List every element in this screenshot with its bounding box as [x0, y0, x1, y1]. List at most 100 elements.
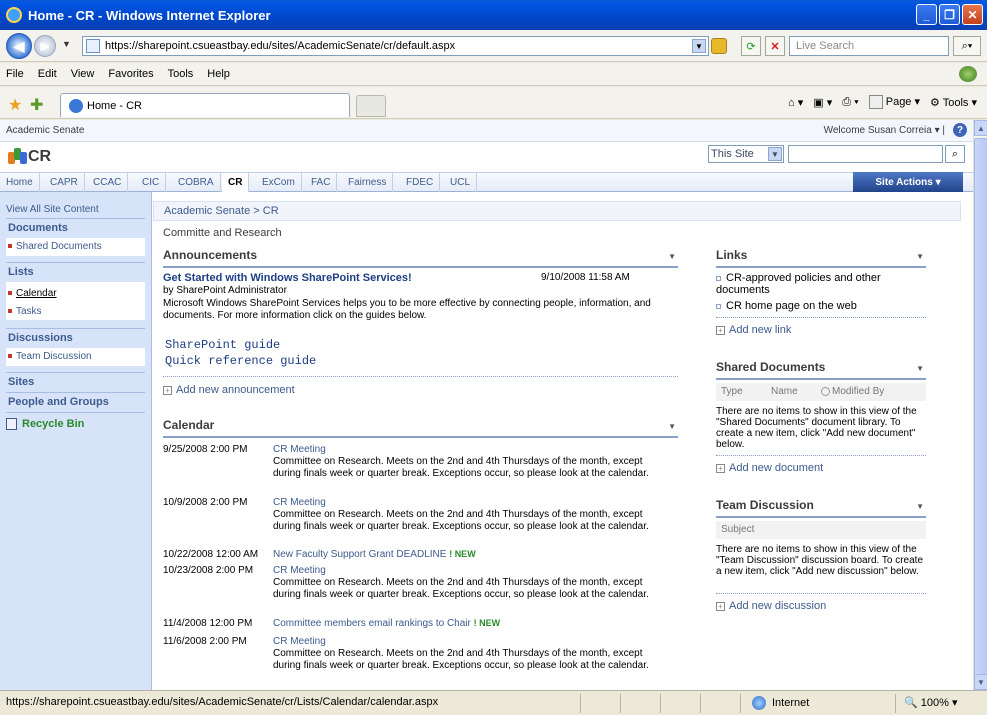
- site-search-input[interactable]: [788, 145, 943, 163]
- calendar-event-link[interactable]: Committee members email rankings to Chai…: [273, 618, 500, 629]
- refresh-button[interactable]: ⟳: [741, 36, 761, 56]
- calendar-event-link[interactable]: CR Meeting: [273, 636, 326, 647]
- links-header[interactable]: Links ▼: [716, 248, 926, 268]
- back-button[interactable]: ◀: [6, 33, 32, 59]
- zoom-level[interactable]: 🔍 100% ▾: [904, 696, 957, 709]
- announcement-body: Microsoft Windows SharePoint Services he…: [163, 298, 651, 321]
- col-name[interactable]: Name: [771, 386, 798, 397]
- nav-tab-ucl[interactable]: UCL: [444, 173, 478, 192]
- calendar-header[interactable]: Calendar ▼: [163, 418, 678, 438]
- page-menu[interactable]: Page ▾: [868, 95, 920, 110]
- scroll-down-button[interactable]: ▼: [974, 674, 987, 690]
- add-favorite-icon[interactable]: ✚: [30, 95, 43, 115]
- calendar-link[interactable]: Calendar: [8, 285, 145, 303]
- nav-tab-fairness[interactable]: Fairness: [342, 173, 394, 192]
- sharepoint-guide-link[interactable]: SharePoint guide: [165, 338, 280, 352]
- announcements-header[interactable]: Announcements ▼: [163, 248, 678, 268]
- search-scope-select[interactable]: This Site ▼: [708, 145, 784, 163]
- recycle-bin-link[interactable]: Recycle Bin: [6, 418, 145, 431]
- sites-heading[interactable]: Sites: [6, 376, 145, 388]
- windows-flag-icon[interactable]: [959, 66, 977, 82]
- col-subject[interactable]: Subject: [721, 524, 754, 535]
- site-title[interactable]: CR: [28, 148, 51, 166]
- url-dropdown-icon[interactable]: ▼: [692, 39, 706, 53]
- nav-tab-fdec[interactable]: FDEC: [400, 173, 441, 192]
- menu-help[interactable]: Help: [207, 68, 230, 80]
- shared-documents-link[interactable]: Shared Documents: [6, 238, 145, 256]
- site-actions-button[interactable]: Site Actions ▾: [853, 172, 963, 192]
- shared-docs-empty: There are no items to show in this view …: [716, 406, 917, 450]
- parent-site-link[interactable]: Academic Senate: [6, 125, 84, 136]
- close-button[interactable]: ✕: [962, 4, 983, 25]
- view-all-content-link[interactable]: View All Site Content: [6, 204, 145, 215]
- lock-icon[interactable]: [711, 38, 727, 54]
- nav-tab-cic[interactable]: CIC: [136, 173, 167, 192]
- quick-reference-link[interactable]: Quick reference guide: [165, 354, 316, 368]
- team-discussion-link[interactable]: Team Discussion: [6, 348, 145, 366]
- print-icon[interactable]: ⎙ ▾: [842, 96, 858, 109]
- minimize-button[interactable]: _: [916, 4, 937, 25]
- page-description: Committe and Research: [163, 227, 282, 239]
- tasks-link[interactable]: Tasks: [8, 303, 145, 321]
- people-groups-heading[interactable]: People and Groups: [6, 396, 145, 408]
- add-document-link[interactable]: + Add new document: [716, 462, 823, 474]
- calendar-date: 11/4/2008 12:00 PM: [163, 618, 253, 629]
- new-tab-button[interactable]: [356, 95, 386, 117]
- links-title: Links: [716, 248, 748, 262]
- welcome-menu[interactable]: Welcome Susan Correia ▾ |: [824, 125, 945, 136]
- calendar-event-link[interactable]: CR Meeting: [273, 444, 326, 455]
- maximize-button[interactable]: ❐: [939, 4, 960, 25]
- menu-tools[interactable]: Tools: [168, 68, 194, 80]
- menu-edit[interactable]: Edit: [38, 68, 57, 80]
- menu-file[interactable]: File: [6, 68, 24, 80]
- link-item[interactable]: CR-approved policies and other documents: [716, 272, 916, 296]
- url-input[interactable]: https://sharepoint.csueastbay.edu/sites/…: [82, 36, 709, 56]
- live-search-input[interactable]: Live Search: [789, 36, 949, 56]
- documents-heading[interactable]: Documents: [6, 222, 145, 234]
- col-type[interactable]: Type: [721, 386, 743, 397]
- lists-heading[interactable]: Lists: [6, 266, 145, 278]
- search-go-button[interactable]: ⌕▾: [953, 36, 981, 56]
- calendar-event-link[interactable]: New Faculty Support Grant DEADLINE ! NEW: [273, 549, 476, 560]
- help-icon[interactable]: ?: [953, 123, 967, 137]
- calendar-menu-icon[interactable]: ▼: [668, 422, 676, 431]
- calendar-event-link[interactable]: CR Meeting: [273, 565, 326, 576]
- add-announcement-link[interactable]: + Add new announcement: [163, 384, 295, 396]
- site-search-button[interactable]: ⌕: [945, 145, 965, 163]
- vertical-scrollbar[interactable]: ▲ ▼: [973, 120, 987, 690]
- security-zone[interactable]: Internet: [752, 696, 809, 710]
- tools-menu[interactable]: ⚙ Tools ▾: [930, 96, 977, 109]
- nav-tab-cobra[interactable]: COBRA: [172, 173, 221, 192]
- announcements-menu-icon[interactable]: ▼: [668, 252, 676, 261]
- nav-tab-home[interactable]: Home: [0, 173, 40, 192]
- shared-docs-menu-icon[interactable]: ▼: [916, 364, 924, 373]
- nav-tab-fac[interactable]: FAC: [305, 173, 338, 192]
- menu-view[interactable]: View: [71, 68, 95, 80]
- links-menu-icon[interactable]: ▼: [916, 252, 924, 261]
- quick-launch: View All Site Content Documents Shared D…: [0, 192, 152, 690]
- home-icon[interactable]: ⌂ ▾: [788, 96, 803, 109]
- nav-tab-capr[interactable]: CAPR: [44, 173, 85, 192]
- menu-favorites[interactable]: Favorites: [108, 68, 153, 80]
- breadcrumb-text[interactable]: Academic Senate > CR: [164, 205, 279, 217]
- add-link-link[interactable]: + Add new link: [716, 324, 791, 336]
- forward-button[interactable]: ▶: [34, 35, 56, 57]
- stop-button[interactable]: ✕: [765, 36, 785, 56]
- add-discussion-link[interactable]: + Add new discussion: [716, 600, 826, 612]
- history-dropdown-icon[interactable]: ▼: [62, 39, 71, 49]
- feeds-icon[interactable]: ▣ ▾: [813, 96, 832, 109]
- calendar-event-link[interactable]: CR Meeting: [273, 497, 326, 508]
- team-discussion-menu-icon[interactable]: ▼: [916, 502, 924, 511]
- favorites-star-icon[interactable]: ★: [8, 95, 22, 115]
- nav-tab-cr[interactable]: CR: [222, 173, 250, 192]
- shared-docs-header[interactable]: Shared Documents ▼: [716, 360, 926, 380]
- nav-tab-ccac[interactable]: CCAC: [87, 173, 129, 192]
- discussions-heading[interactable]: Discussions: [6, 332, 145, 344]
- nav-tab-excom[interactable]: ExCom: [256, 173, 302, 192]
- scroll-thumb[interactable]: [974, 138, 987, 678]
- scroll-up-button[interactable]: ▲: [974, 120, 987, 136]
- col-modified[interactable]: Modified By: [821, 386, 884, 397]
- tab-home-cr[interactable]: Home - CR: [60, 93, 350, 117]
- link-item[interactable]: CR home page on the web: [716, 300, 857, 312]
- team-discussion-header[interactable]: Team Discussion ▼: [716, 498, 926, 518]
